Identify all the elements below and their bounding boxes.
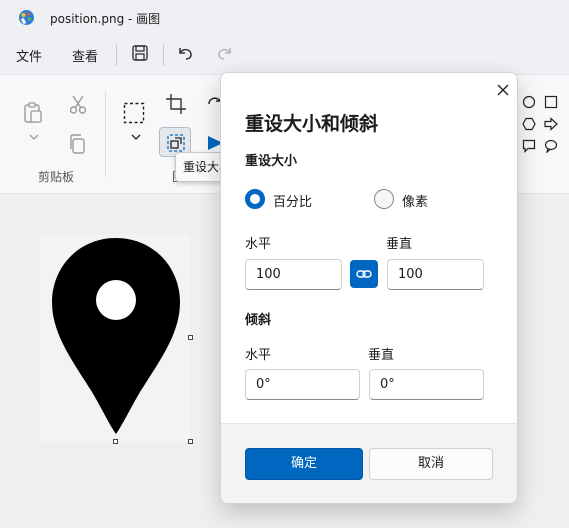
menu-divider — [116, 44, 117, 66]
ribbon-divider — [105, 91, 106, 177]
skew-vertical-label: 垂直 — [368, 348, 395, 363]
select-rectangle-icon[interactable] — [123, 102, 145, 124]
shapes-gallery — [520, 93, 569, 161]
location-pin-image — [52, 238, 180, 434]
skew-section-heading: 倾斜 — [245, 313, 272, 328]
drawing-canvas[interactable] — [40, 234, 190, 442]
menu-divider-2 — [163, 44, 164, 66]
percent-radio-label[interactable]: 百分比 — [273, 191, 312, 210]
hexagon-shape-icon[interactable] — [522, 117, 536, 131]
rectangle-shape-icon[interactable] — [544, 95, 558, 109]
cut-icon[interactable] — [67, 93, 89, 115]
resize-horizontal-label: 水平 — [245, 237, 272, 252]
resize-vertical-label: 垂直 — [386, 237, 413, 252]
skew-horizontal-label: 水平 — [245, 348, 272, 363]
resize-horizontal-input[interactable]: 100 — [245, 259, 342, 290]
title-bar: position.png - 画图 — [0, 0, 569, 36]
maintain-aspect-ratio-button[interactable] — [350, 260, 378, 288]
callout-rect-shape-icon[interactable] — [522, 139, 536, 153]
pixels-radio[interactable] — [374, 189, 394, 209]
crop-icon[interactable] — [165, 93, 187, 115]
menu-file[interactable]: 文件 — [16, 46, 42, 65]
resize-handle-right[interactable] — [188, 335, 193, 340]
resize-handle-bottom[interactable] — [113, 439, 118, 444]
select-chevron-down-icon[interactable] — [130, 133, 142, 141]
window-title: position.png - 画图 — [50, 12, 161, 26]
oval-shape-icon[interactable] — [522, 95, 536, 109]
skew-horizontal-input[interactable]: 0° — [245, 369, 360, 400]
paste-icon[interactable] — [22, 101, 44, 123]
menu-bar: 文件 查看 — [0, 36, 569, 74]
resize-section-heading: 重设大小 — [245, 154, 298, 169]
resize-handle-corner[interactable] — [188, 439, 193, 444]
callout-oval-shape-icon[interactable] — [544, 139, 558, 153]
resize-vertical-input[interactable]: 100 — [387, 259, 484, 290]
paste-chevron-down-icon[interactable] — [28, 133, 40, 141]
redo-icon[interactable] — [216, 44, 234, 62]
dialog-title: 重设大小和倾斜 — [245, 113, 379, 135]
undo-icon[interactable] — [176, 44, 194, 62]
cancel-button[interactable]: 取消 — [369, 448, 493, 480]
paint-app-icon — [19, 10, 34, 25]
save-icon[interactable] — [131, 44, 149, 62]
ok-button[interactable]: 确定 — [245, 448, 363, 480]
clipboard-group-label: 剪贴板 — [38, 170, 75, 184]
copy-icon[interactable] — [67, 133, 89, 155]
menu-view[interactable]: 查看 — [72, 46, 98, 65]
pixels-radio-label[interactable]: 像素 — [402, 191, 428, 210]
arrow-shape-icon[interactable] — [544, 117, 558, 131]
resize-skew-dialog: 重设大小和倾斜 重设大小 百分比 像素 水平 垂直 100 100 倾斜 水平 … — [220, 72, 518, 504]
link-icon — [356, 270, 372, 278]
resize-icon — [167, 134, 185, 152]
dialog-footer: 确定 取消 — [221, 423, 517, 503]
percent-radio[interactable] — [245, 189, 265, 209]
close-icon[interactable] — [494, 81, 512, 99]
skew-vertical-input[interactable]: 0° — [369, 369, 484, 400]
